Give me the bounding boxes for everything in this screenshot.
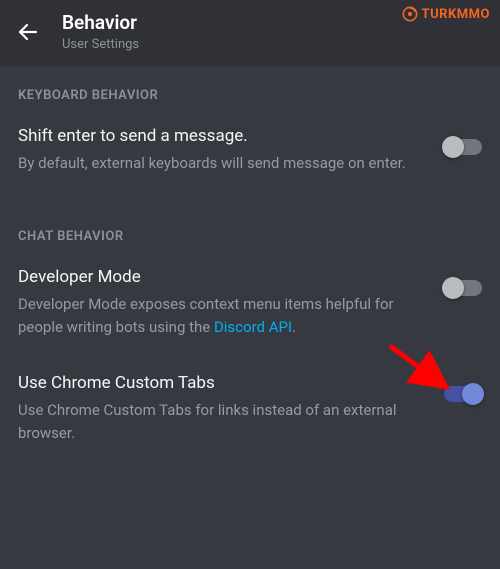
toggle-developer-mode[interactable] <box>444 280 482 296</box>
watermark-text: TURKMMO <box>422 7 490 22</box>
toggle-chrome-custom-tabs[interactable] <box>444 386 482 402</box>
setting-description: By default, external keyboards will send… <box>18 152 430 175</box>
setting-title: Use Chrome Custom Tabs <box>18 372 430 395</box>
setting-description: Use Chrome Custom Tabs for links instead… <box>18 399 430 446</box>
desc-text: Developer Mode exposes context menu item… <box>18 295 394 336</box>
setting-chrome-custom-tabs: Use Chrome Custom Tabs Use Chrome Custom… <box>0 358 500 463</box>
setting-developer-mode: Developer Mode Developer Mode exposes co… <box>0 252 500 357</box>
setting-description: Developer Mode exposes context menu item… <box>18 293 430 340</box>
page-subtitle: User Settings <box>62 37 139 52</box>
section-label-chat: CHAT BEHAVIOR <box>0 207 500 252</box>
toggle-knob <box>442 136 464 158</box>
toggle-shift-enter[interactable] <box>444 139 482 155</box>
setting-title: Shift enter to send a message. <box>18 125 430 148</box>
setting-shift-enter: Shift enter to send a message. By defaul… <box>0 111 500 193</box>
desc-text: . <box>292 318 296 336</box>
toggle-knob <box>462 383 484 405</box>
page-title: Behavior <box>62 12 139 35</box>
watermark-brand: TURKMMO <box>402 6 490 22</box>
toggle-knob <box>442 277 464 299</box>
back-arrow-icon[interactable] <box>16 20 40 44</box>
section-label-keyboard: KEYBOARD BEHAVIOR <box>0 66 500 111</box>
setting-title: Developer Mode <box>18 266 430 289</box>
discord-api-link[interactable]: Discord API <box>214 318 292 336</box>
